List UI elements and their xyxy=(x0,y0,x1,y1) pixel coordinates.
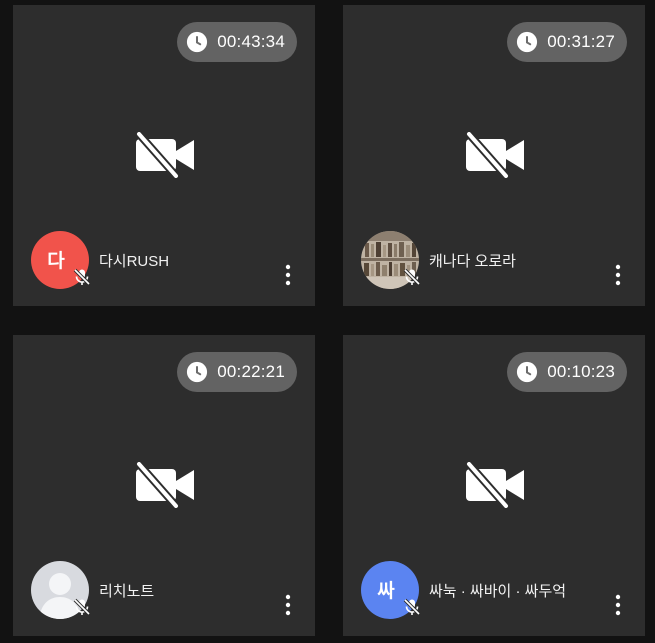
call-duration: 00:10:23 xyxy=(547,362,615,381)
video-off-icon xyxy=(465,132,524,178)
clock-icon xyxy=(187,31,208,53)
participant-tile[interactable]: 00:10:23 싸 싸눅 · 싸바이 · 싸두억 xyxy=(343,335,645,636)
mic-off-icon xyxy=(73,268,91,286)
participant-grid: 00:43:34 다 다시RUSH 00:31:27 캐나다 오로라 00:22… xyxy=(0,0,655,643)
call-timer-badge: 00:10:23 xyxy=(507,352,627,392)
participant-name: 다시RUSH xyxy=(99,253,170,270)
participant-tile[interactable]: 00:43:34 다 다시RUSH xyxy=(13,5,315,306)
video-off-icon xyxy=(135,132,194,178)
clock-icon xyxy=(517,31,538,53)
mic-off-icon xyxy=(403,268,421,286)
more-vertical-icon[interactable] xyxy=(615,264,621,286)
participant-tile[interactable]: 00:22:21 리치노트 xyxy=(13,335,315,636)
video-off-icon xyxy=(465,462,524,508)
participant-name: 리치노트 xyxy=(99,583,155,600)
call-duration: 00:43:34 xyxy=(217,32,285,51)
clock-icon xyxy=(517,361,538,383)
participant-tile[interactable]: 00:31:27 캐나다 오로라 xyxy=(343,5,645,306)
more-vertical-icon[interactable] xyxy=(615,594,621,616)
more-vertical-icon[interactable] xyxy=(285,594,291,616)
more-vertical-icon[interactable] xyxy=(285,264,291,286)
mic-off-icon xyxy=(403,598,421,616)
call-timer-badge: 00:22:21 xyxy=(177,352,297,392)
video-off-icon xyxy=(135,462,194,508)
participant-name: 캐나다 오로라 xyxy=(429,253,516,270)
clock-icon xyxy=(187,361,208,383)
call-duration: 00:22:21 xyxy=(217,362,285,381)
call-timer-badge: 00:31:27 xyxy=(507,22,627,62)
mic-off-icon xyxy=(73,598,91,616)
call-timer-badge: 00:43:34 xyxy=(177,22,297,62)
call-duration: 00:31:27 xyxy=(547,32,615,51)
participant-name: 싸눅 · 싸바이 · 싸두억 xyxy=(429,583,567,600)
